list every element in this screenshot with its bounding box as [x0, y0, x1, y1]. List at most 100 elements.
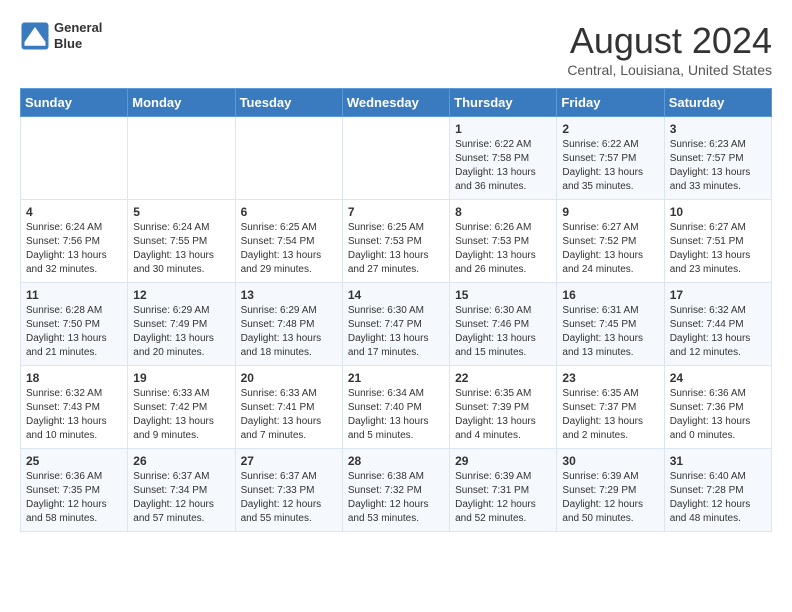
weekday-header-saturday: Saturday	[664, 89, 771, 117]
calendar-cell: 13 Sunrise: 6:29 AM Sunset: 7:48 PM Dayli…	[235, 283, 342, 366]
day-info: Sunrise: 6:30 AM Sunset: 7:47 PM Dayligh…	[348, 304, 444, 360]
day-info: Sunrise: 6:33 AM Sunset: 7:41 PM Dayligh…	[241, 387, 337, 443]
day-info: Sunrise: 6:25 AM Sunset: 7:53 PM Dayligh…	[348, 221, 444, 277]
day-info: Sunrise: 6:26 AM Sunset: 7:53 PM Dayligh…	[455, 221, 551, 277]
calendar-cell: 19 Sunrise: 6:33 AM Sunset: 7:42 PM Dayli…	[128, 366, 235, 449]
calendar-cell: 28Sunrise: 6:38 AM Sunset: 7:32 PM Dayli…	[342, 449, 449, 532]
day-info: Sunrise: 6:24 AM Sunset: 7:56 PM Dayligh…	[26, 221, 122, 277]
calendar-cell	[235, 117, 342, 200]
day-number: 8	[455, 205, 551, 219]
calendar-cell	[342, 117, 449, 200]
calendar-cell: 25Sunrise: 6:36 AM Sunset: 7:35 PM Dayli…	[21, 449, 128, 532]
day-number: 2	[562, 122, 658, 136]
day-info: Sunrise: 6:36 AM Sunset: 7:36 PM Dayligh…	[670, 387, 766, 443]
day-info: Sunrise: 6:39 AM Sunset: 7:31 PM Dayligh…	[455, 470, 551, 526]
day-info: Sunrise: 6:37 AM Sunset: 7:34 PM Dayligh…	[133, 470, 229, 526]
calendar-cell: 24Sunrise: 6:36 AM Sunset: 7:36 PM Dayli…	[664, 366, 771, 449]
day-number: 22	[455, 371, 551, 385]
calendar-cell: 5 Sunrise: 6:24 AM Sunset: 7:55 PM Daylig…	[128, 200, 235, 283]
calendar-week-row: 4 Sunrise: 6:24 AM Sunset: 7:56 PM Daylig…	[21, 200, 772, 283]
day-number: 25	[26, 454, 122, 468]
calendar-cell	[128, 117, 235, 200]
calendar-week-row: 11Sunrise: 6:28 AM Sunset: 7:50 PM Dayli…	[21, 283, 772, 366]
calendar-cell: 10 Sunrise: 6:27 AM Sunset: 7:51 PM Dayli…	[664, 200, 771, 283]
day-number: 5	[133, 205, 229, 219]
day-info: Sunrise: 6:27 AM Sunset: 7:51 PM Dayligh…	[670, 221, 766, 277]
calendar-cell: 23 Sunrise: 6:35 AM Sunset: 7:37 PM Dayli…	[557, 366, 664, 449]
day-number: 23	[562, 371, 658, 385]
weekday-header-thursday: Thursday	[450, 89, 557, 117]
day-info: Sunrise: 6:34 AM Sunset: 7:40 PM Dayligh…	[348, 387, 444, 443]
weekday-header-sunday: Sunday	[21, 89, 128, 117]
location-subtitle: Central, Louisiana, United States	[567, 62, 772, 78]
calendar-week-row: 18Sunrise: 6:32 AM Sunset: 7:43 PM Dayli…	[21, 366, 772, 449]
calendar-week-row: 1 Sunrise: 6:22 AM Sunset: 7:58 PM Daylig…	[21, 117, 772, 200]
day-info: Sunrise: 6:22 AM Sunset: 7:57 PM Dayligh…	[562, 138, 658, 194]
calendar-cell: 8 Sunrise: 6:26 AM Sunset: 7:53 PM Daylig…	[450, 200, 557, 283]
day-info: Sunrise: 6:22 AM Sunset: 7:58 PM Dayligh…	[455, 138, 551, 194]
calendar-cell: 11Sunrise: 6:28 AM Sunset: 7:50 PM Dayli…	[21, 283, 128, 366]
logo-icon	[20, 21, 50, 51]
day-info: Sunrise: 6:35 AM Sunset: 7:37 PM Dayligh…	[562, 387, 658, 443]
day-info: Sunrise: 6:31 AM Sunset: 7:45 PM Dayligh…	[562, 304, 658, 360]
weekday-header-tuesday: Tuesday	[235, 89, 342, 117]
day-number: 16	[562, 288, 658, 302]
day-number: 17	[670, 288, 766, 302]
calendar-cell: 15Sunrise: 6:30 AM Sunset: 7:46 PM Dayli…	[450, 283, 557, 366]
logo-line1: General	[54, 20, 102, 36]
calendar-cell: 27 Sunrise: 6:37 AM Sunset: 7:33 PM Dayli…	[235, 449, 342, 532]
logo-line2: Blue	[54, 36, 102, 52]
day-number: 4	[26, 205, 122, 219]
month-year-title: August 2024	[567, 20, 772, 62]
weekday-header-monday: Monday	[128, 89, 235, 117]
day-info: Sunrise: 6:25 AM Sunset: 7:54 PM Dayligh…	[241, 221, 337, 277]
calendar-cell: 9Sunrise: 6:27 AM Sunset: 7:52 PM Daylig…	[557, 200, 664, 283]
calendar-cell: 2 Sunrise: 6:22 AM Sunset: 7:57 PM Daylig…	[557, 117, 664, 200]
day-info: Sunrise: 6:23 AM Sunset: 7:57 PM Dayligh…	[670, 138, 766, 194]
day-number: 21	[348, 371, 444, 385]
day-number: 15	[455, 288, 551, 302]
calendar-cell: 3 Sunrise: 6:23 AM Sunset: 7:57 PM Daylig…	[664, 117, 771, 200]
calendar-cell: 20 Sunrise: 6:33 AM Sunset: 7:41 PM Dayli…	[235, 366, 342, 449]
weekday-header-wednesday: Wednesday	[342, 89, 449, 117]
day-number: 3	[670, 122, 766, 136]
calendar-cell: 16 Sunrise: 6:31 AM Sunset: 7:45 PM Dayli…	[557, 283, 664, 366]
calendar-table: SundayMondayTuesdayWednesdayThursdayFrid…	[20, 88, 772, 532]
day-info: Sunrise: 6:29 AM Sunset: 7:48 PM Dayligh…	[241, 304, 337, 360]
day-info: Sunrise: 6:32 AM Sunset: 7:44 PM Dayligh…	[670, 304, 766, 360]
day-info: Sunrise: 6:24 AM Sunset: 7:55 PM Dayligh…	[133, 221, 229, 277]
day-number: 30	[562, 454, 658, 468]
day-number: 19	[133, 371, 229, 385]
day-number: 11	[26, 288, 122, 302]
day-number: 14	[348, 288, 444, 302]
day-number: 6	[241, 205, 337, 219]
calendar-cell: 22 Sunrise: 6:35 AM Sunset: 7:39 PM Dayli…	[450, 366, 557, 449]
day-info: Sunrise: 6:37 AM Sunset: 7:33 PM Dayligh…	[241, 470, 337, 526]
calendar-cell: 7Sunrise: 6:25 AM Sunset: 7:53 PM Daylig…	[342, 200, 449, 283]
calendar-cell: 14 Sunrise: 6:30 AM Sunset: 7:47 PM Dayli…	[342, 283, 449, 366]
day-number: 10	[670, 205, 766, 219]
day-number: 26	[133, 454, 229, 468]
day-number: 28	[348, 454, 444, 468]
day-info: Sunrise: 6:35 AM Sunset: 7:39 PM Dayligh…	[455, 387, 551, 443]
day-info: Sunrise: 6:33 AM Sunset: 7:42 PM Dayligh…	[133, 387, 229, 443]
title-block: August 2024 Central, Louisiana, United S…	[567, 20, 772, 78]
day-number: 13	[241, 288, 337, 302]
day-number: 1	[455, 122, 551, 136]
day-number: 20	[241, 371, 337, 385]
calendar-cell: 1 Sunrise: 6:22 AM Sunset: 7:58 PM Daylig…	[450, 117, 557, 200]
day-number: 12	[133, 288, 229, 302]
day-info: Sunrise: 6:29 AM Sunset: 7:49 PM Dayligh…	[133, 304, 229, 360]
calendar-cell: 26 Sunrise: 6:37 AM Sunset: 7:34 PM Dayli…	[128, 449, 235, 532]
day-info: Sunrise: 6:32 AM Sunset: 7:43 PM Dayligh…	[26, 387, 122, 443]
day-number: 31	[670, 454, 766, 468]
weekday-header-row: SundayMondayTuesdayWednesdayThursdayFrid…	[21, 89, 772, 117]
day-number: 9	[562, 205, 658, 219]
calendar-cell: 31Sunrise: 6:40 AM Sunset: 7:28 PM Dayli…	[664, 449, 771, 532]
calendar-cell	[21, 117, 128, 200]
calendar-cell: 17 Sunrise: 6:32 AM Sunset: 7:44 PM Dayli…	[664, 283, 771, 366]
day-number: 27	[241, 454, 337, 468]
calendar-cell: 6 Sunrise: 6:25 AM Sunset: 7:54 PM Daylig…	[235, 200, 342, 283]
calendar-cell: 12 Sunrise: 6:29 AM Sunset: 7:49 PM Dayli…	[128, 283, 235, 366]
weekday-header-friday: Friday	[557, 89, 664, 117]
